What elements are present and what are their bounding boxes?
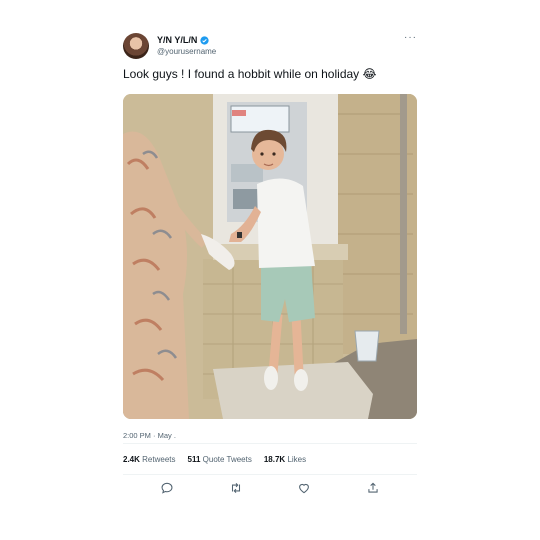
- tweet-stats: 2.4K Retweets 511 Quote Tweets 18.7K Lik…: [123, 444, 417, 474]
- likes-label: Likes: [287, 454, 307, 464]
- avatar[interactable]: [123, 33, 149, 59]
- tweet-card: Y/N Y/L/N @yourusername ··· Look guys ! …: [123, 32, 417, 501]
- verified-badge-icon: [200, 35, 209, 45]
- retweet-arrows-icon[interactable]: [229, 481, 243, 495]
- more-options-icon[interactable]: ···: [404, 32, 417, 43]
- tweet-actions: [123, 475, 417, 501]
- quote-tweets-stat[interactable]: 511 Quote Tweets: [188, 455, 252, 464]
- retweets-count: 2.4K: [123, 454, 140, 464]
- likes-stat[interactable]: 18.7K Likes: [264, 455, 306, 464]
- share-upload-icon[interactable]: [366, 481, 380, 495]
- user-names: Y/N Y/L/N @yourusername: [157, 35, 216, 56]
- retweets-stat[interactable]: 2.4K Retweets: [123, 455, 176, 464]
- retweets-label: Retweets: [142, 454, 176, 464]
- likes-count: 18.7K: [263, 454, 286, 464]
- display-name[interactable]: Y/N Y/L/N: [157, 35, 197, 45]
- tweet-photo[interactable]: [123, 94, 417, 419]
- quote-tweets-label: Quote Tweets: [202, 454, 252, 464]
- speech-bubble-icon[interactable]: [160, 481, 174, 495]
- tweet-header: Y/N Y/L/N @yourusername ···: [123, 32, 417, 62]
- tweet-text: Look guys ! I found a hobbit while on ho…: [123, 67, 377, 81]
- display-name-row[interactable]: Y/N Y/L/N: [157, 35, 216, 45]
- quote-tweets-count: 511: [187, 454, 201, 464]
- user-handle[interactable]: @yourusername: [157, 47, 216, 56]
- tweet-timestamp[interactable]: 2:00 PM · May .: [123, 431, 417, 443]
- heart-icon[interactable]: [297, 481, 311, 495]
